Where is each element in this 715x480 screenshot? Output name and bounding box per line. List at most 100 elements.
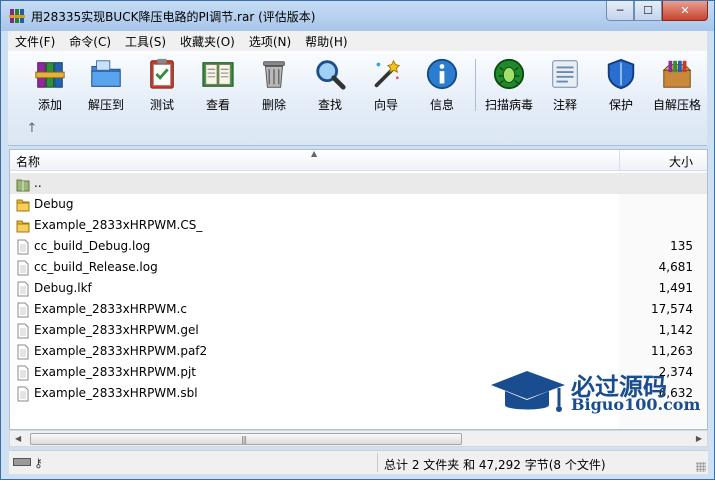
- toolbar: 添加 解压到 测试 查看 删除 查找 向导 信息 扫描病毒 注释 保护 自解压格…: [8, 51, 707, 146]
- window-title: 用28335实现BUCK降压电路的PI调节.rar (评估版本): [31, 10, 316, 24]
- status-summary: 总计 2 文件夹 和 47,292 字节(8 个文件): [384, 458, 606, 472]
- trash-icon: [263, 61, 285, 88]
- menu-options[interactable]: 选项(N): [242, 33, 298, 50]
- file-icon: [16, 281, 30, 297]
- maximize-button[interactable]: ☐: [634, 1, 662, 21]
- file-row[interactable]: Example_2833xHRPWM.gel 1,142: [10, 320, 707, 341]
- virus-scan-label: 扫描病毒: [484, 98, 533, 112]
- scroll-right-arrow-icon[interactable]: ▶: [696, 434, 702, 443]
- info-button[interactable]: 信息: [414, 55, 470, 113]
- magnifier-icon: [316, 60, 346, 90]
- file-name: Example_2833xHRPWM.gel: [34, 323, 199, 337]
- info-icon: [426, 58, 458, 90]
- extract-to-button[interactable]: 解压到: [78, 55, 134, 113]
- file-name: Example_2833xHRPWM.sbl: [34, 386, 198, 400]
- file-size: 1,491: [658, 281, 693, 295]
- minimize-button[interactable]: ─: [606, 1, 634, 21]
- menu-tools[interactable]: 工具(S): [118, 33, 173, 50]
- menu-help[interactable]: 帮助(H): [298, 33, 354, 50]
- menu-favorites[interactable]: 收藏夹(O): [173, 33, 242, 50]
- key-icon[interactable]: ⚷: [34, 456, 43, 470]
- clipboard-test-icon: [150, 58, 174, 89]
- protect-button[interactable]: 保护: [593, 55, 649, 113]
- test-button[interactable]: 测试: [134, 55, 190, 113]
- toolbar-separator: [475, 59, 476, 111]
- menu-commands[interactable]: 命令(C): [62, 33, 118, 50]
- file-list-header: 名称 ▲ 大小: [10, 149, 707, 171]
- window-controls: ─ ☐ ✕: [606, 1, 708, 21]
- sfx-box-icon: [662, 60, 692, 88]
- file-row[interactable]: Debug.lkf 1,491: [10, 278, 707, 299]
- column-divider[interactable]: [619, 150, 620, 171]
- file-icon: [16, 365, 30, 381]
- folder-icon: [16, 218, 30, 234]
- status-bar: ⚷ 总计 2 文件夹 和 47,292 字节(8 个文件): [9, 450, 708, 474]
- sfx-button[interactable]: 自解压格: [649, 55, 705, 113]
- find-button[interactable]: 查找: [302, 55, 358, 113]
- file-icon: [16, 260, 30, 276]
- horizontal-scrollbar[interactable]: ◀ ||| ▶: [9, 430, 708, 447]
- scroll-left-arrow-icon[interactable]: ◀: [15, 434, 21, 443]
- drive-icon[interactable]: [13, 458, 31, 466]
- wizard-label: 向导: [373, 98, 398, 112]
- delete-label: 删除: [261, 98, 286, 112]
- file-name: Example_2833xHRPWM.paf2: [34, 344, 208, 358]
- file-row[interactable]: cc_build_Debug.log 135: [10, 236, 707, 257]
- virus-scan-icon: [493, 58, 525, 90]
- up-folder-button[interactable]: ↑: [24, 121, 40, 137]
- view-button[interactable]: 查看: [190, 55, 246, 113]
- delete-button[interactable]: 删除: [246, 55, 302, 113]
- add-button[interactable]: 添加: [22, 55, 78, 113]
- folder-icon: [16, 197, 30, 213]
- column-header-name[interactable]: 名称: [16, 153, 40, 170]
- file-name: Example_2833xHRPWM.c: [34, 302, 187, 316]
- menu-file[interactable]: 文件(F): [8, 33, 62, 50]
- comment-button[interactable]: 注释: [537, 55, 593, 113]
- file-icon: [16, 302, 30, 318]
- file-row[interactable]: Example_2833xHRPWM.CS_: [10, 215, 707, 236]
- add-label: 添加: [37, 98, 62, 112]
- winrar-window: 用28335实现BUCK降压电路的PI调节.rar (评估版本) ─ ☐ ✕ 文…: [0, 0, 715, 480]
- file-name: ..: [34, 176, 42, 190]
- file-size: 17,574: [651, 302, 693, 316]
- sort-arrow-icon: ▲: [311, 149, 318, 158]
- title-bar[interactable]: 用28335实现BUCK降压电路的PI调节.rar (评估版本) ─ ☐ ✕: [1, 1, 714, 31]
- find-label: 查找: [317, 98, 342, 112]
- graduation-cap-icon: [491, 371, 565, 412]
- folder-extract-icon: [91, 60, 121, 87]
- book-view-icon: [202, 62, 234, 87]
- comment-label: 注释: [552, 98, 577, 112]
- view-label: 查看: [205, 98, 230, 112]
- file-name: Example_2833xHRPWM.CS_: [34, 218, 203, 232]
- file-row[interactable]: Example_2833xHRPWM.paf2 11,263: [10, 341, 707, 362]
- file-icon: [16, 323, 30, 339]
- file-row[interactable]: Example_2833xHRPWM.c 17,574: [10, 299, 707, 320]
- file-row[interactable]: ..: [10, 173, 707, 194]
- resize-grip-icon[interactable]: [696, 462, 706, 472]
- menu-bar: 文件(F) 命令(C) 工具(S) 收藏夹(O) 选项(N) 帮助(H): [8, 31, 707, 51]
- winrar-app-icon: [9, 9, 25, 23]
- file-name: cc_build_Release.log: [34, 260, 158, 274]
- protect-label: 保护: [608, 98, 633, 112]
- extract-to-label: 解压到: [87, 98, 124, 112]
- scrollbar-grip-icon: |||: [241, 435, 247, 444]
- file-icon: [16, 386, 30, 402]
- column-header-size[interactable]: 大小: [669, 153, 693, 170]
- wizard-button[interactable]: 向导: [358, 55, 414, 113]
- wand-icon: [374, 59, 401, 88]
- file-name: Debug: [34, 197, 74, 211]
- test-label: 测试: [149, 98, 174, 112]
- file-size: 135: [670, 239, 693, 253]
- status-divider: [377, 453, 378, 472]
- file-row[interactable]: cc_build_Release.log 4,681: [10, 257, 707, 278]
- file-row[interactable]: Debug: [10, 194, 707, 215]
- scrollbar-thumb[interactable]: |||: [30, 433, 462, 445]
- sfx-label: 自解压格: [652, 98, 701, 112]
- file-size: 11,263: [651, 344, 693, 358]
- close-button[interactable]: ✕: [662, 1, 708, 21]
- virus-scan-button[interactable]: 扫描病毒: [481, 55, 537, 113]
- file-size: 1,142: [658, 323, 693, 337]
- file-icon: [16, 239, 30, 255]
- file-size: 4,681: [658, 260, 693, 274]
- watermark: 必过源码 Biguo100.com: [489, 365, 709, 423]
